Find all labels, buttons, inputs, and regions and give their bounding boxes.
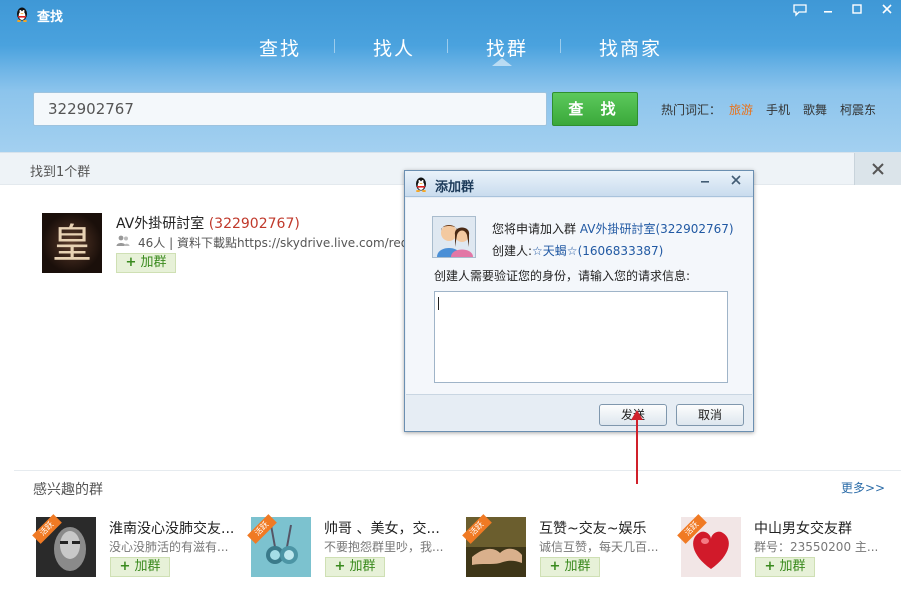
join-group-button[interactable]: + 加群 xyxy=(110,557,170,577)
interest-section-title: 感兴趣的群 xyxy=(33,482,103,498)
dialog-title: 添加群 xyxy=(435,180,475,195)
close-results-button[interactable] xyxy=(854,153,901,185)
hot-word-link[interactable]: 旅游 xyxy=(729,101,753,118)
dialog-titlebar[interactable]: 添加群 xyxy=(405,171,753,197)
card-group-desc: 没心没肺活的有滋有... xyxy=(109,540,229,554)
plus-icon: + xyxy=(119,559,131,574)
join-group-button[interactable]: + 加群 xyxy=(755,557,815,577)
header: 查找 查找 找人 找群 找商家 322902767 查 找 热门词汇： 旅游 手… xyxy=(0,0,901,152)
qq-penguin-icon xyxy=(17,7,27,22)
feedback-icon[interactable] xyxy=(789,3,811,19)
text-caret xyxy=(438,297,439,310)
tab-find[interactable]: 查找 xyxy=(259,34,301,61)
group-name[interactable]: AV外掛研討室 (322902767) xyxy=(116,213,300,233)
section-divider xyxy=(14,470,901,471)
close-icon xyxy=(731,175,741,185)
group-avatar[interactable]: 皇 xyxy=(42,213,102,273)
plus-icon: + xyxy=(334,559,346,574)
plus-icon: + xyxy=(549,559,561,574)
join-group-button[interactable]: + 加群 xyxy=(116,253,176,273)
join-group-button[interactable]: + 加群 xyxy=(325,557,385,577)
dialog-close-button[interactable] xyxy=(723,173,749,193)
nav-tabs: 查找 找人 找群 找商家 xyxy=(0,28,901,68)
join-group-button[interactable]: + 加群 xyxy=(540,557,600,577)
hot-word-link[interactable]: 手机 xyxy=(766,101,790,118)
card-group-desc: 不要抱怨群里吵，我... xyxy=(324,540,444,554)
dialog-prompt: 创建人需要验证您的身份，请输入您的请求信息: xyxy=(434,269,691,283)
maximize-button[interactable] xyxy=(846,3,868,19)
nav-divider xyxy=(560,39,561,53)
card-group-name[interactable]: 帅哥 、美女，交... xyxy=(324,518,440,538)
tab-find-people[interactable]: 找人 xyxy=(373,34,415,61)
member-count: 46人 xyxy=(138,236,166,250)
add-group-dialog: 添加群 您将申请加入群 AV外掛研討室(322902767) 创建人:☆天蝎☆(… xyxy=(404,170,754,432)
dialog-minimize-button[interactable] xyxy=(692,173,718,193)
tab-find-merchants[interactable]: 找商家 xyxy=(599,34,662,61)
dialog-group-number: (322902767) xyxy=(655,222,734,236)
result-count: 找到1个群 xyxy=(30,165,91,180)
card-group-desc: 群号：23550200 主... xyxy=(754,540,879,554)
description-text: | 資料下載點https://skydrive.live.com/redir..… xyxy=(169,236,406,250)
tab-find-groups[interactable]: 找群 xyxy=(486,34,528,61)
card-group-name[interactable]: 淮南没心没肺交友... xyxy=(109,518,234,538)
plus-icon: + xyxy=(764,559,776,574)
group-number: (322902767) xyxy=(208,216,300,232)
svg-text:皇: 皇 xyxy=(52,221,92,267)
dialog-creator-name[interactable]: ☆天蝎☆ xyxy=(532,244,578,258)
dialog-footer: 发送 取消 xyxy=(406,394,752,430)
find-window: 查找 查找 找人 找群 找商家 322902767 查 找 热门词汇： 旅游 手… xyxy=(0,0,901,599)
dialog-group-line: 您将申请加入群 AV外掛研討室(322902767) xyxy=(492,222,734,236)
dialog-body: 您将申请加入群 AV外掛研討室(322902767) 创建人:☆天蝎☆(1606… xyxy=(406,198,752,394)
card-group-name[interactable]: 互赞~交友~娱乐 xyxy=(539,518,646,538)
dialog-creator-number: (1606833387) xyxy=(577,244,664,258)
dialog-group-name[interactable]: AV外掛研討室 xyxy=(580,222,656,236)
group-description: 46人 | 資料下載點https://skydrive.live.com/red… xyxy=(138,234,406,251)
card-group-name[interactable]: 中山男女交友群 xyxy=(754,518,852,538)
nav-divider xyxy=(334,39,335,53)
plus-icon: + xyxy=(125,255,137,270)
qq-penguin-icon xyxy=(416,177,426,192)
members-icon xyxy=(116,235,130,246)
minimize-button[interactable] xyxy=(817,3,839,19)
search-input[interactable]: 322902767 xyxy=(33,92,547,126)
close-icon xyxy=(872,163,884,175)
hot-word-link[interactable]: 歌舞 xyxy=(803,101,827,118)
card-group-desc: 诚信互赞，每天几百... xyxy=(539,540,659,554)
search-button[interactable]: 查 找 xyxy=(552,92,638,126)
hot-word-link[interactable]: 柯震东 xyxy=(840,101,876,118)
cancel-button[interactable]: 取消 xyxy=(676,404,744,426)
dialog-creator-line: 创建人:☆天蝎☆(1606833387) xyxy=(492,244,664,258)
request-message-input[interactable] xyxy=(434,291,728,383)
group-users-icon xyxy=(432,216,476,258)
hot-words-label: 热门词汇： xyxy=(661,103,722,117)
window-title: 查找 xyxy=(37,10,64,25)
active-tab-indicator xyxy=(492,58,512,66)
close-window-button[interactable] xyxy=(876,3,898,19)
annotation-arrow-line xyxy=(636,418,638,484)
title-bar: 查找 xyxy=(0,0,901,28)
nav-divider xyxy=(447,39,448,53)
more-link[interactable]: 更多>> xyxy=(841,479,885,496)
